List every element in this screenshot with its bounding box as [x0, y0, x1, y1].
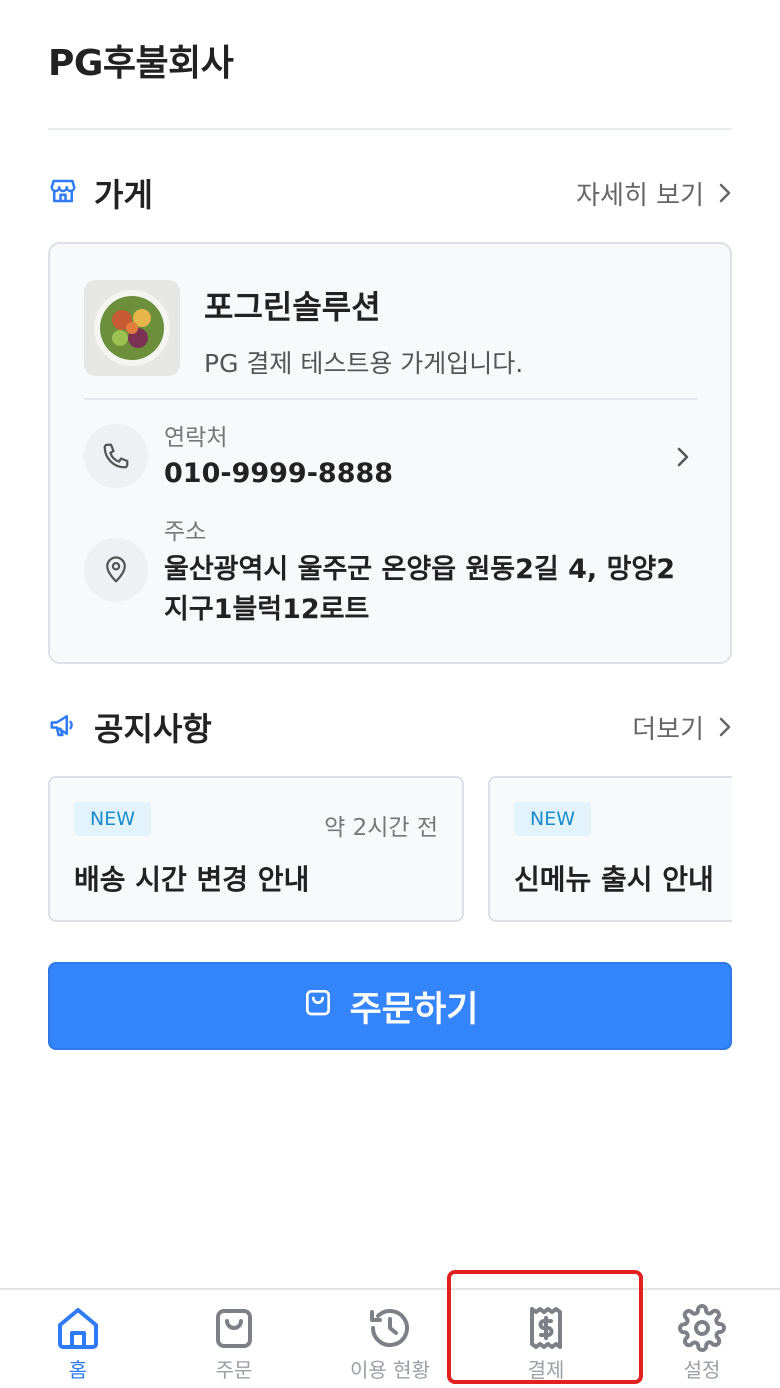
contact-value: 010-9999-8888 [164, 458, 394, 489]
history-icon [370, 1309, 409, 1348]
order-button-label: 주문하기 [349, 989, 479, 1030]
store-name: 포그린솔루션 [204, 288, 381, 326]
new-badge: NEW [514, 802, 592, 836]
notice-card[interactable]: NEW 신메뉴 출시 안내 [488, 776, 732, 922]
store-details-link[interactable]: 자세히 보기 [576, 175, 732, 212]
nav-label-usage: 이용 현황 [350, 1358, 430, 1382]
nav-tab-home[interactable]: 홈 [0, 1304, 156, 1383]
nav-label-order: 주문 [215, 1358, 253, 1382]
location-pin-icon [84, 538, 148, 602]
header-divider [48, 128, 732, 130]
store-details-label: 자세히 보기 [576, 180, 704, 211]
home-icon [58, 1308, 98, 1349]
new-badge: NEW [74, 802, 152, 836]
order-button[interactable]: 주문하기 [48, 962, 732, 1050]
notice-more-link[interactable]: 더보기 [632, 709, 732, 746]
address-row: 주소 울산광역시 울주군 온양읍 원동2길 4, 망양2 지구1블럭12로트 [84, 514, 698, 634]
notice-section-title: 공지사항 [94, 710, 212, 748]
address-label: 주소 [164, 519, 207, 545]
chevron-right-icon [719, 717, 731, 737]
store-card: 포그린솔루션 PG 결제 테스트용 가게입니다. 연락처 010-9999-88… [48, 242, 732, 664]
store-section-title: 가게 [94, 176, 153, 214]
nav-label-settings: 설정 [683, 1358, 721, 1382]
contact-label: 연락처 [164, 425, 228, 451]
notice-title: 배송 시간 변경 안내 [74, 863, 310, 896]
store-thumbnail [84, 280, 180, 376]
nav-label-home: 홈 [68, 1358, 88, 1382]
nav-tab-usage[interactable]: 이용 현황 [312, 1304, 468, 1383]
notice-title: 신메뉴 출시 안내 [514, 863, 714, 896]
shopping-bag-icon [302, 986, 334, 1027]
notice-card[interactable]: NEW 약 2시간 전 배송 시간 변경 안내 [48, 776, 464, 922]
store-icon [48, 176, 78, 210]
card-divider [84, 398, 698, 400]
notice-section-header: 공지사항 더보기 [48, 702, 732, 752]
notice-time: 약 2시간 전 [324, 815, 438, 841]
store-description: PG 결제 테스트용 가게입니다. [204, 349, 524, 378]
bottom-navigation: 홈 주문 이용 현황 결제 설정 [0, 1288, 780, 1388]
nav-tab-order[interactable]: 주문 [156, 1304, 312, 1383]
chevron-right-icon [719, 183, 731, 203]
chevron-right-icon [677, 447, 689, 467]
megaphone-icon [48, 710, 78, 744]
address-line-2: 지구1블럭12로트 [164, 594, 370, 625]
contact-row[interactable]: 연락처 010-9999-8888 [84, 424, 698, 524]
nav-tab-settings[interactable]: 설정 [624, 1304, 780, 1383]
page-title: PG후불회사 [48, 43, 234, 84]
address-line-1: 울산광역시 울주군 온양읍 원동2길 4, 망양2 [164, 554, 676, 585]
shopping-bag-icon [216, 1309, 252, 1348]
store-section-header: 가게 자세히 보기 [48, 168, 732, 218]
notice-more-label: 더보기 [632, 714, 704, 745]
phone-icon [84, 424, 148, 488]
gear-icon [678, 1304, 726, 1352]
highlight-box [447, 1270, 643, 1384]
